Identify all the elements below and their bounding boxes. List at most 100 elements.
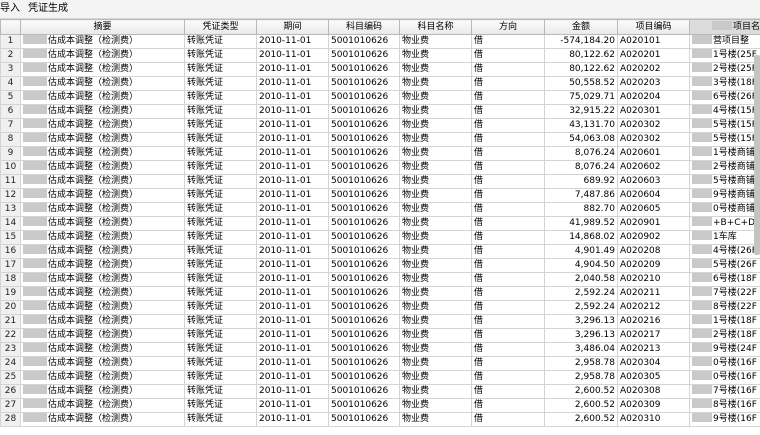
project-code-cell[interactable]: A020211 — [617, 286, 690, 301]
direction-cell[interactable]: 借 — [471, 118, 545, 133]
account-name-cell[interactable]: 物业费 — [399, 314, 472, 329]
voucher-type-cell[interactable]: 转账凭证 — [184, 300, 257, 315]
direction-cell[interactable]: 借 — [471, 244, 545, 259]
account-name-cell[interactable]: 物业费 — [399, 48, 472, 63]
account-name-cell[interactable]: 物业费 — [399, 132, 472, 147]
account-name-cell[interactable]: 物业费 — [399, 146, 472, 161]
project-name-cell[interactable]: 5号楼(26F — [689, 258, 760, 273]
direction-cell[interactable]: 借 — [471, 202, 545, 217]
row-number-cell[interactable]: 14 — [0, 216, 21, 231]
menu-item-import[interactable]: 导入 — [0, 1, 24, 17]
direction-cell[interactable]: 借 — [471, 398, 545, 413]
row-number-cell[interactable]: 7 — [0, 118, 21, 133]
period-cell[interactable]: 2010-11-01 — [256, 300, 329, 315]
amount-cell[interactable]: 3,296.13 — [544, 314, 618, 329]
row-number-cell[interactable]: 28 — [0, 412, 21, 427]
account-code-cell[interactable]: 5001010626 — [328, 118, 400, 133]
project-name-cell[interactable]: 9号楼商铺 — [689, 188, 760, 203]
table-row[interactable]: 22 估成本调整（检测费） 转账凭证 2010-11-01 5001010626 物业费借… — [0, 328, 760, 343]
voucher-type-cell[interactable]: 转账凭证 — [184, 314, 257, 329]
amount-cell[interactable]: 2,600.52 — [544, 384, 618, 399]
project-code-cell[interactable]: A020208 — [617, 244, 690, 259]
table-row[interactable]: 6 估成本调整（检测费） 转账凭证 2010-11-01 5001010626 物业费借 3… — [0, 104, 760, 119]
account-code-cell[interactable]: 5001010626 — [328, 160, 400, 175]
account-code-cell[interactable]: 5001010626 — [328, 230, 400, 245]
row-number-cell[interactable]: 2 — [0, 48, 21, 63]
voucher-type-cell[interactable]: 转账凭证 — [184, 62, 257, 77]
amount-cell[interactable]: 3,486.04 — [544, 342, 618, 357]
direction-cell[interactable]: 借 — [471, 160, 545, 175]
summary-cell[interactable]: 估成本调整（检测费） — [20, 48, 185, 63]
voucher-type-cell[interactable]: 转账凭证 — [184, 90, 257, 105]
project-name-cell[interactable]: 5号楼商铺 — [689, 174, 760, 189]
table-row[interactable]: 20 估成本调整（检测费） 转账凭证 2010-11-01 5001010626 物业费借… — [0, 300, 760, 315]
voucher-type-cell[interactable]: 转账凭证 — [184, 384, 257, 399]
summary-cell[interactable]: 估成本调整（检测费） — [20, 160, 185, 175]
direction-cell[interactable]: 借 — [471, 356, 545, 371]
amount-cell[interactable]: 43,131.70 — [544, 118, 618, 133]
project-name-cell[interactable]: 6号楼(26F — [689, 90, 760, 105]
project-code-cell[interactable]: A020202 — [617, 62, 690, 77]
period-cell[interactable]: 2010-11-01 — [256, 146, 329, 161]
project-code-cell[interactable]: A020213 — [617, 342, 690, 357]
account-code-cell[interactable]: 5001010626 — [328, 62, 400, 77]
project-code-cell[interactable]: A020309 — [617, 398, 690, 413]
project-name-cell[interactable]: 8号楼(22F — [689, 300, 760, 315]
period-cell[interactable]: 2010-11-01 — [256, 62, 329, 77]
account-code-cell[interactable]: 5001010626 — [328, 90, 400, 105]
amount-cell[interactable]: 3,296.13 — [544, 328, 618, 343]
account-code-cell[interactable]: 5001010626 — [328, 174, 400, 189]
project-name-cell[interactable]: 7号楼(16F — [689, 384, 760, 399]
period-cell[interactable]: 2010-11-01 — [256, 398, 329, 413]
account-name-cell[interactable]: 物业费 — [399, 384, 472, 399]
voucher-type-cell[interactable]: 转账凭证 — [184, 328, 257, 343]
summary-cell[interactable]: 估成本调整（检测费） — [20, 384, 185, 399]
period-cell[interactable]: 2010-11-01 — [256, 286, 329, 301]
header-summary[interactable]: 摘要 — [20, 19, 185, 35]
account-name-cell[interactable]: 物业费 — [399, 76, 472, 91]
account-code-cell[interactable]: 5001010626 — [328, 132, 400, 147]
voucher-type-cell[interactable]: 转账凭证 — [184, 76, 257, 91]
summary-cell[interactable]: 估成本调整（检测费） — [20, 314, 185, 329]
direction-cell[interactable]: 借 — [471, 286, 545, 301]
project-name-cell[interactable]: 1号楼(18F — [689, 314, 760, 329]
summary-cell[interactable]: 估成本调整（检测费） — [20, 244, 185, 259]
direction-cell[interactable]: 借 — [471, 342, 545, 357]
header-amount[interactable]: 金额 — [544, 19, 618, 35]
project-code-cell[interactable]: A020216 — [617, 314, 690, 329]
voucher-type-cell[interactable]: 转账凭证 — [184, 370, 257, 385]
account-code-cell[interactable]: 5001010626 — [328, 34, 400, 49]
header-direction[interactable]: 方向 — [471, 19, 545, 35]
table-row[interactable]: 12 估成本调整（检测费） 转账凭证 2010-11-01 5001010626 物业费借… — [0, 188, 760, 203]
table-row[interactable]: 1 估成本调整（检测费） 转账凭证 2010-11-01 5001010626 物业费借 -… — [0, 34, 760, 49]
project-code-cell[interactable]: A020217 — [617, 328, 690, 343]
header-row-number[interactable] — [0, 19, 21, 35]
row-number-cell[interactable]: 8 — [0, 132, 21, 147]
voucher-type-cell[interactable]: 转账凭证 — [184, 146, 257, 161]
row-number-cell[interactable]: 11 — [0, 174, 21, 189]
account-name-cell[interactable]: 物业费 — [399, 104, 472, 119]
project-code-cell[interactable]: A020203 — [617, 76, 690, 91]
project-code-cell[interactable]: A020209 — [617, 258, 690, 273]
summary-cell[interactable]: 估成本调整（检测费） — [20, 328, 185, 343]
direction-cell[interactable]: 借 — [471, 370, 545, 385]
amount-cell[interactable]: 41,989.52 — [544, 216, 618, 231]
table-row[interactable]: 2 估成本调整（检测费） 转账凭证 2010-11-01 5001010626 物业费借 8… — [0, 48, 760, 63]
amount-cell[interactable]: 2,958.78 — [544, 356, 618, 371]
voucher-type-cell[interactable]: 转账凭证 — [184, 244, 257, 259]
table-row[interactable]: 28 估成本调整（检测费） 转账凭证 2010-11-01 5001010626 物业费借… — [0, 412, 760, 427]
period-cell[interactable]: 2010-11-01 — [256, 314, 329, 329]
row-number-cell[interactable]: 4 — [0, 76, 21, 91]
project-name-cell[interactable]: 4号楼(15F — [689, 104, 760, 119]
period-cell[interactable]: 2010-11-01 — [256, 34, 329, 49]
voucher-type-cell[interactable]: 转账凭证 — [184, 104, 257, 119]
summary-cell[interactable]: 估成本调整（检测费） — [20, 34, 185, 49]
account-name-cell[interactable]: 物业费 — [399, 174, 472, 189]
summary-cell[interactable]: 估成本调整（检测费） — [20, 370, 185, 385]
summary-cell[interactable]: 估成本调整（检测费） — [20, 356, 185, 371]
account-name-cell[interactable]: 物业费 — [399, 160, 472, 175]
account-name-cell[interactable]: 物业费 — [399, 356, 472, 371]
summary-cell[interactable]: 估成本调整（检测费） — [20, 398, 185, 413]
project-code-cell[interactable]: A020301 — [617, 104, 690, 119]
amount-cell[interactable]: 4,904.50 — [544, 258, 618, 273]
